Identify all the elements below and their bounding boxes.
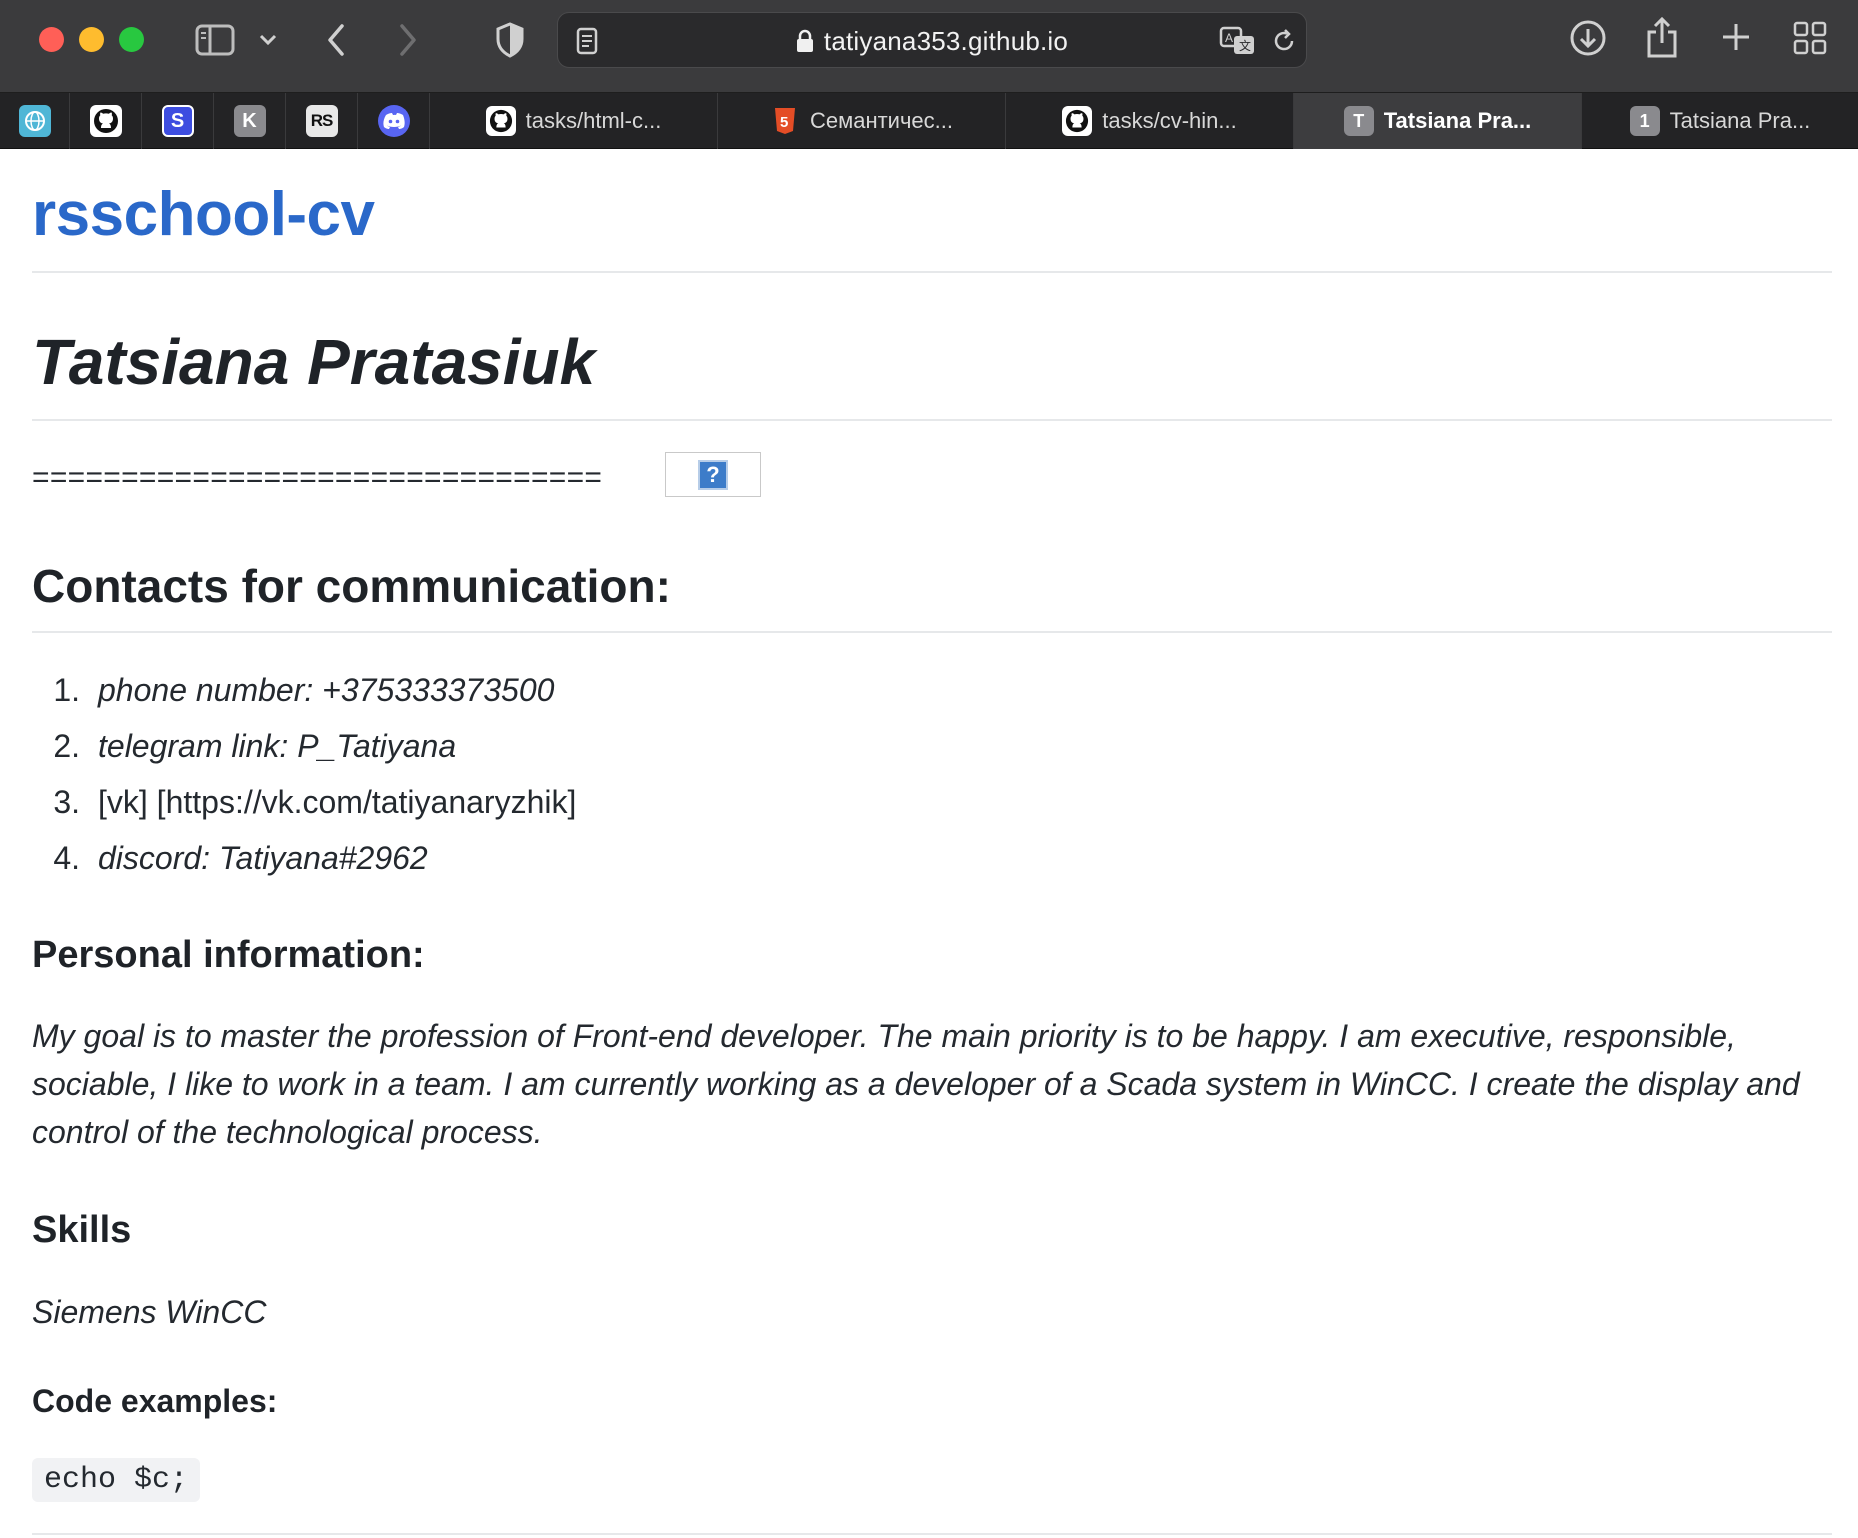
list-item: 1. phone number: +375333373500 [53, 671, 555, 708]
discord-icon [377, 105, 410, 137]
list-item: 4. discord: Tatiyana#2962 [53, 839, 428, 876]
rs-icon: RS [305, 105, 338, 137]
personal-heading: Personal information: [32, 934, 425, 976]
github-icon [89, 105, 122, 137]
page-title: Tatsiana Pratasiuk [32, 326, 596, 398]
chevron-down-icon[interactable] [256, 28, 280, 52]
contacts-list: 1. phone number: +375333373500 2. telegr… [32, 662, 1832, 886]
tab-bar: S K RS tasks/html-c... 5 Семантичес... t… [0, 93, 1858, 149]
github-icon [1062, 106, 1093, 136]
back-button[interactable] [320, 20, 352, 60]
personal-text: My goal is to master the profession of F… [32, 1018, 1800, 1150]
contact-phone: phone number: +375333373500 [98, 671, 555, 708]
contact-discord: discord: Tatiyana#2962 [98, 839, 428, 876]
pinned-tab-discord[interactable] [358, 93, 430, 149]
globe-icon [18, 105, 51, 137]
list-item: 2. telegram link: P_Tatiyana [53, 727, 457, 764]
contacts-heading: Contacts for communication: [32, 560, 671, 612]
svg-text:文: 文 [1239, 38, 1251, 53]
divider [32, 1533, 1832, 1535]
html5-icon: 5 [770, 106, 800, 136]
svg-text:5: 5 [780, 114, 788, 131]
broken-image-icon: ? [698, 459, 728, 490]
tab-label: Семантичес... [809, 108, 954, 133]
contact-telegram: telegram link: P_Tatiyana [98, 727, 457, 764]
pinned-tab-1[interactable] [0, 93, 70, 149]
zoom-window-button[interactable] [119, 27, 144, 52]
browser-toolbar: tatiyana353.github.io A文 [0, 0, 1858, 93]
pinned-tab-rs[interactable]: RS [286, 93, 358, 149]
tab-tatsiana-2[interactable]: 1 Tatsiana Pra... [1582, 93, 1858, 149]
pinned-tab-k[interactable]: K [214, 93, 286, 149]
broken-image: ? [665, 452, 761, 497]
tab-label: tasks/html-c... [525, 108, 662, 133]
tab-label: tasks/cv-hin... [1102, 108, 1237, 133]
forward-button[interactable] [392, 20, 424, 60]
minimize-window-button[interactable] [79, 27, 104, 52]
divider [32, 271, 1832, 273]
tab-semantics[interactable]: 5 Семантичес... [718, 93, 1006, 149]
pinned-tab-github[interactable] [70, 93, 142, 149]
tab-label: Tatsiana Pra... [1669, 108, 1811, 133]
code-heading: Code examples: [32, 1383, 278, 1419]
tab-html-course[interactable]: tasks/html-c... [430, 93, 718, 149]
url-text: tatiyana353.github.io [823, 25, 1069, 56]
svg-text:A: A [1225, 31, 1233, 45]
k-icon: K [233, 105, 266, 137]
close-window-button[interactable] [39, 27, 64, 52]
skill-item: Siemens WinCC [32, 1294, 267, 1330]
code-snippet: echo $c; [32, 1458, 201, 1502]
s-icon: S [161, 105, 194, 137]
skills-heading: Skills [32, 1209, 132, 1251]
share-icon[interactable] [1644, 14, 1680, 60]
translate-icon[interactable]: A文 [1218, 25, 1258, 57]
pinned-tab-s[interactable]: S [142, 93, 214, 149]
divider [32, 631, 1832, 633]
list-item: 3. [vk] [https://vk.com/tatiyanaryzhik] [53, 783, 577, 820]
tab-overview-icon[interactable] [1792, 20, 1828, 56]
divider [32, 419, 1832, 421]
tab-label: Tatsiana Pra... [1383, 108, 1532, 133]
tab-cv-hints[interactable]: tasks/cv-hin... [1006, 93, 1294, 149]
contact-vk: [vk] [https://vk.com/tatiyanaryzhik] [98, 783, 577, 820]
tab-tatsiana-active[interactable]: T Tatsiana Pra... [1294, 93, 1582, 149]
privacy-shield-icon[interactable] [492, 20, 528, 60]
sidebar-toggle-icon[interactable] [193, 20, 237, 60]
site-title-link[interactable]: rsschool-cv [32, 179, 375, 250]
address-bar[interactable]: tatiyana353.github.io A文 [557, 12, 1307, 68]
reload-icon[interactable] [1270, 27, 1298, 55]
github-icon [485, 106, 516, 136]
downloads-icon[interactable] [1568, 18, 1608, 58]
t-icon: T [1343, 106, 1374, 136]
equals-line: ================================ [32, 461, 603, 494]
one-icon: 1 [1629, 106, 1660, 136]
lock-icon [796, 29, 814, 53]
new-tab-icon[interactable] [1719, 20, 1753, 54]
